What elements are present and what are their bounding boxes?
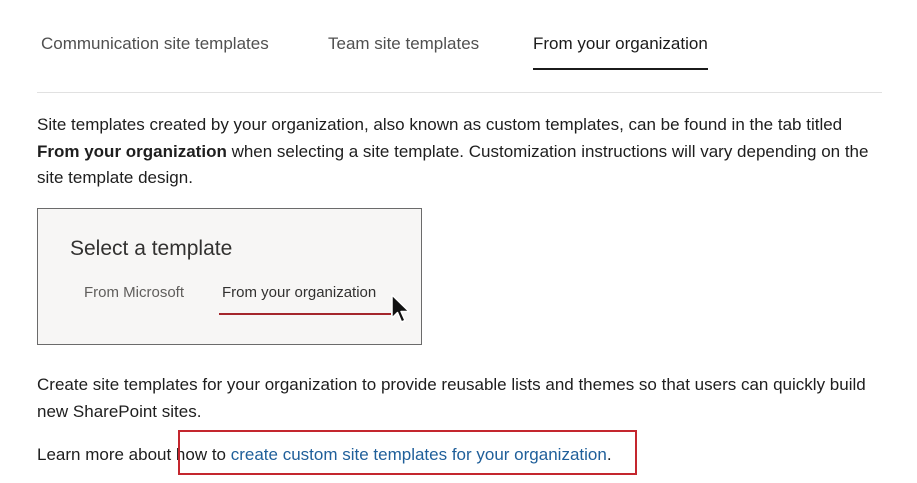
figure-title: Select a template — [70, 237, 233, 260]
figure-active-tab-underline — [219, 313, 391, 315]
tab-from-your-organization[interactable]: From your organization — [533, 22, 708, 70]
intro-bold-tab-name: From your organization — [37, 141, 227, 161]
intro-paragraph: Site templates created by your organizat… — [37, 112, 882, 192]
figure-tab-from-microsoft: From Microsoft — [84, 284, 185, 301]
pointer-cursor-icon — [391, 294, 410, 323]
tab-team-site-templates[interactable]: Team site templates — [328, 22, 479, 66]
figure-tab-from-your-organization: From your organization — [222, 284, 377, 301]
tab-divider — [37, 92, 882, 93]
tab-communication-site-templates[interactable]: Communication site templates — [41, 22, 269, 66]
body-paragraph: Create site templates for your organizat… — [37, 375, 866, 421]
intro-text-before: Site templates created by your organizat… — [37, 115, 843, 134]
highlight-box — [178, 430, 637, 475]
learn-more-prefix: Learn more about — [37, 445, 176, 464]
select-template-screenshot: Select a template From Microsoft From yo… — [37, 208, 422, 345]
